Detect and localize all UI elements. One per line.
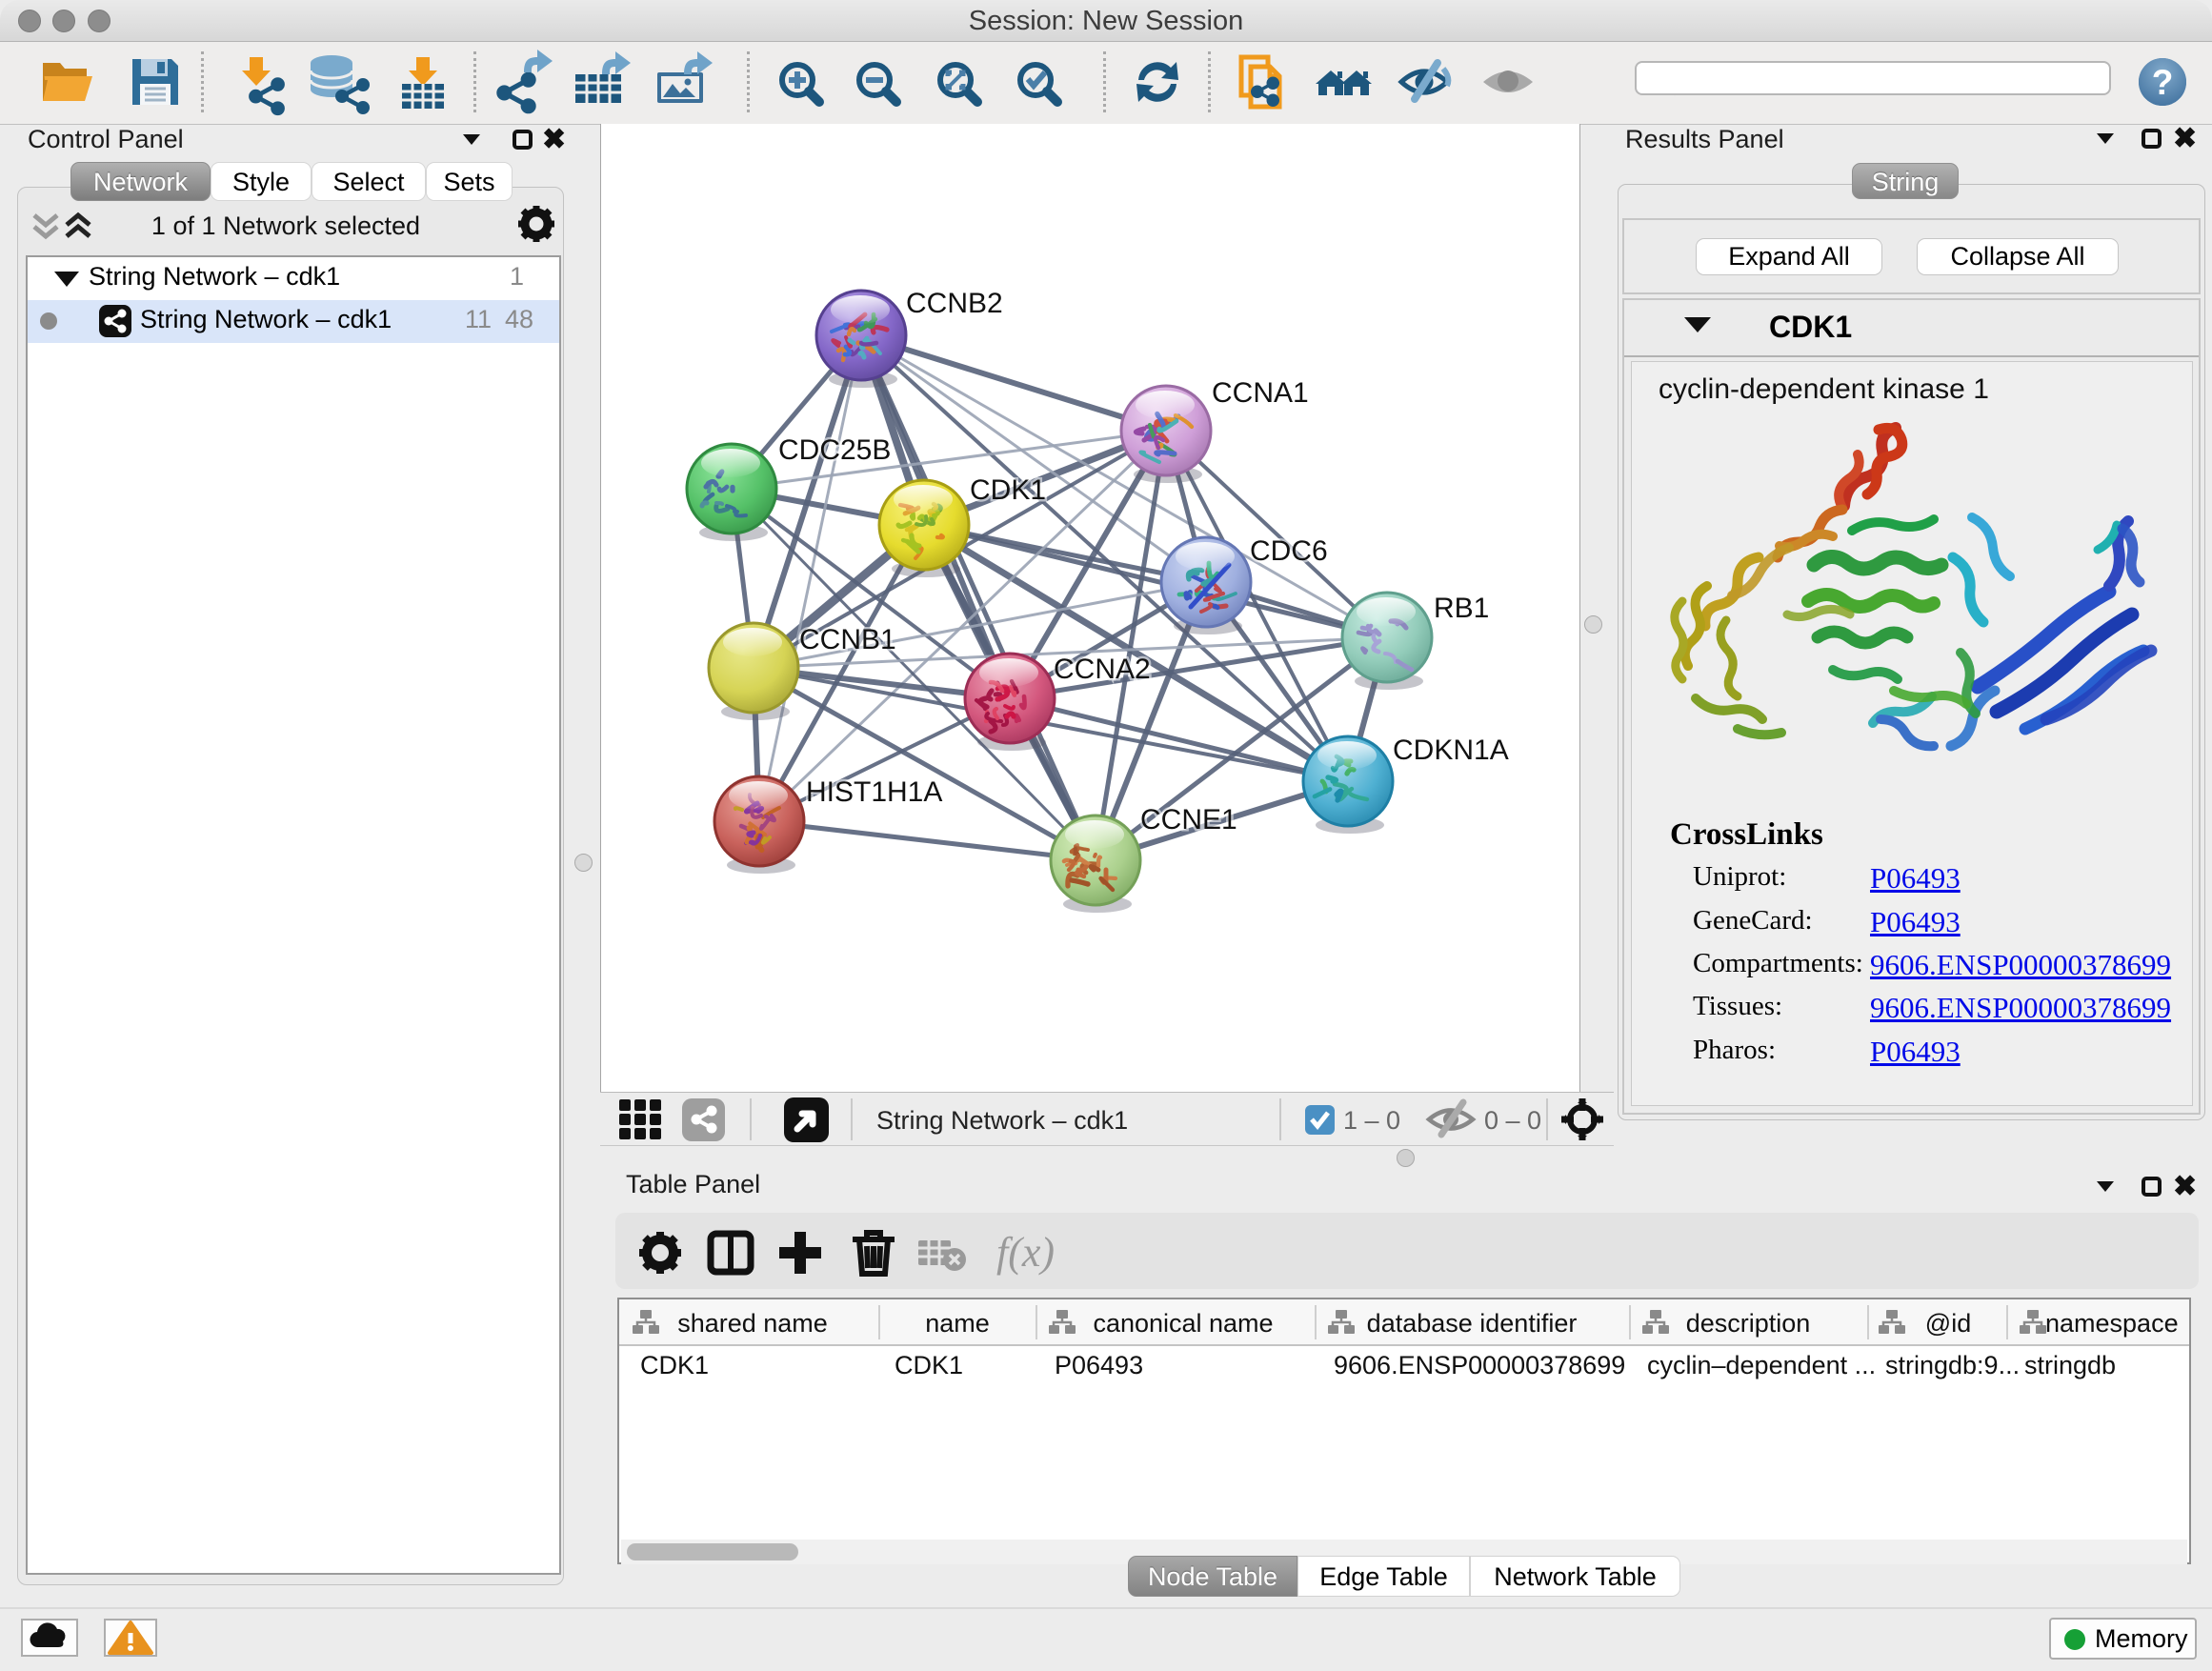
svg-text:canonical name: canonical name (1093, 1309, 1273, 1338)
svg-text:HIST1H1A: HIST1H1A (806, 776, 942, 808)
svg-text:CDK1: CDK1 (970, 474, 1046, 506)
svg-text:f(x): f(x) (996, 1229, 1055, 1276)
svg-text:?: ? (2152, 63, 2174, 102)
svg-text:CCNA2: CCNA2 (1054, 654, 1151, 685)
svg-text:database identifier: database identifier (1367, 1309, 1578, 1338)
svg-text:RB1: RB1 (1434, 593, 1489, 624)
svg-text:@id: @id (1925, 1309, 1971, 1338)
svg-text:0 – 0: 0 – 0 (1484, 1106, 1541, 1135)
svg-text:CCNB2: CCNB2 (906, 288, 1003, 319)
svg-text:String Network – cdk1: String Network – cdk1 (876, 1106, 1128, 1135)
svg-text:CCNA1: CCNA1 (1212, 377, 1309, 409)
svg-text:1 of 1 Network selected: 1 of 1 Network selected (151, 211, 420, 240)
svg-text:description: description (1686, 1309, 1811, 1338)
svg-text:CDC25B: CDC25B (778, 434, 891, 466)
svg-text:CDC6: CDC6 (1250, 535, 1328, 567)
svg-text:namespace: namespace (2045, 1309, 2179, 1338)
svg-text:shared name: shared name (677, 1309, 828, 1338)
svg-text:CCNE1: CCNE1 (1140, 804, 1237, 836)
svg-text:CCNB1: CCNB1 (799, 624, 896, 655)
svg-text:CDKN1A: CDKN1A (1393, 735, 1509, 766)
svg-text:name: name (925, 1309, 990, 1338)
svg-text:1 – 0: 1 – 0 (1343, 1106, 1400, 1135)
